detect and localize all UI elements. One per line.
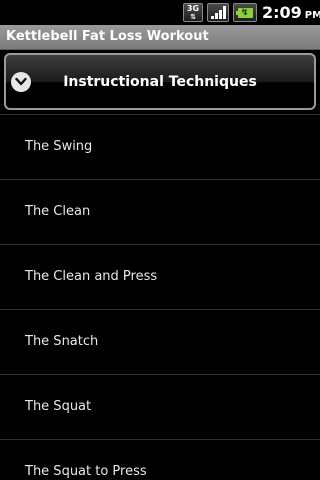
signal-bar-4 xyxy=(223,6,226,19)
clock-ampm: PM xyxy=(304,10,320,21)
list-item[interactable]: The Snatch xyxy=(0,309,320,374)
network-type-label: 3G xyxy=(186,4,200,13)
status-clock: 2:09 PM xyxy=(262,2,320,27)
list-item[interactable]: The Squat to Press xyxy=(0,439,320,480)
network-arrows: ⇅ xyxy=(190,13,196,21)
list-item-label: The Swing xyxy=(25,139,93,154)
section-header-button[interactable]: Instructional Techniques xyxy=(4,53,316,110)
list-item[interactable]: The Clean and Press xyxy=(0,244,320,309)
list-item[interactable]: The Swing xyxy=(0,114,320,179)
signal-bar-1 xyxy=(211,16,214,19)
status-bar: 3G ⇅ ↯ 2:09 PM xyxy=(0,0,320,25)
clock-time: 2:09 xyxy=(262,3,302,22)
list-item-label: The Squat xyxy=(25,399,92,414)
app-title-bar: Kettlebell Fat Loss Workout xyxy=(0,25,320,50)
list-item-label: The Clean xyxy=(25,204,91,219)
signal-icon xyxy=(207,3,229,22)
list-item-label: The Clean and Press xyxy=(25,269,158,284)
list-item[interactable]: The Squat xyxy=(0,374,320,439)
app-screen: 3G ⇅ ↯ 2:09 PM Kettlebell Fat Loss Workou… xyxy=(0,0,320,480)
battery-charging-icon: ↯ xyxy=(233,3,257,22)
signal-bar-2 xyxy=(215,13,218,19)
data-3g-icon: 3G ⇅ xyxy=(183,3,203,22)
app-title: Kettlebell Fat Loss Workout xyxy=(6,29,209,44)
list-item-label: The Squat to Press xyxy=(25,464,147,479)
list-item-label: The Snatch xyxy=(25,334,99,349)
charging-bolt-icon: ↯ xyxy=(241,8,249,18)
signal-bar-3 xyxy=(219,10,222,19)
list-item[interactable]: The Clean xyxy=(0,179,320,244)
technique-list: The Swing The Clean The Clean and Press … xyxy=(0,114,320,480)
section-title: Instructional Techniques xyxy=(63,74,257,90)
